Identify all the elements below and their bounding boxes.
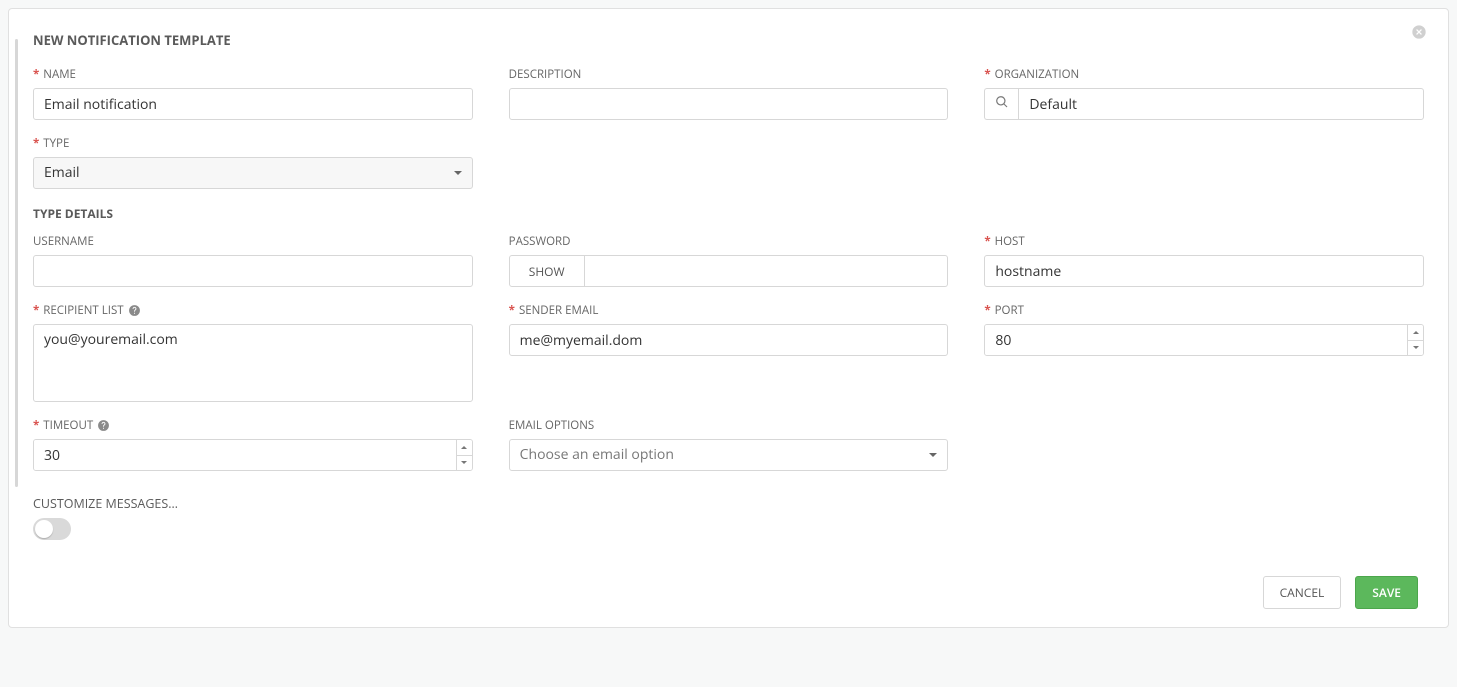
customize-messages-label: CUSTOMIZE MESSAGES… bbox=[33, 495, 1424, 512]
host-label: * HOST bbox=[984, 234, 1424, 249]
sender-email-input[interactable] bbox=[509, 324, 949, 356]
port-step-up[interactable] bbox=[1408, 325, 1423, 340]
name-label-text: NAME bbox=[43, 67, 76, 82]
accent-bar bbox=[15, 39, 18, 487]
timeout-input-wrap bbox=[33, 439, 473, 471]
show-password-button[interactable]: SHOW bbox=[509, 255, 585, 287]
organization-label: * ORGANIZATION bbox=[984, 67, 1424, 82]
help-icon[interactable] bbox=[97, 419, 110, 432]
port-input[interactable] bbox=[985, 325, 1407, 355]
required-marker: * bbox=[984, 234, 990, 249]
required-marker: * bbox=[33, 418, 39, 433]
timeout-step-down[interactable] bbox=[457, 455, 472, 471]
timeout-step-up[interactable] bbox=[457, 440, 472, 455]
timeout-label-text: TIMEOUT bbox=[43, 418, 93, 433]
type-details-header: TYPE DETAILS bbox=[33, 205, 1424, 222]
email-options-select[interactable]: Choose an email option bbox=[509, 439, 949, 471]
chevron-up-icon bbox=[1413, 331, 1419, 334]
type-label: * TYPE bbox=[33, 136, 473, 151]
name-label: * NAME bbox=[33, 67, 473, 82]
type-select[interactable]: Email bbox=[33, 157, 473, 189]
recipient-list-input[interactable] bbox=[33, 324, 473, 402]
timeout-input[interactable] bbox=[34, 440, 456, 470]
customize-messages-toggle[interactable] bbox=[33, 518, 71, 540]
required-marker: * bbox=[33, 67, 39, 82]
close-button[interactable] bbox=[1410, 25, 1428, 43]
username-label: USERNAME bbox=[33, 234, 473, 249]
chevron-down-icon bbox=[1413, 346, 1419, 349]
close-icon bbox=[1411, 24, 1427, 44]
required-marker: * bbox=[984, 303, 990, 318]
port-label-text: PORT bbox=[995, 303, 1024, 318]
chevron-up-icon bbox=[461, 446, 467, 449]
required-marker: * bbox=[509, 303, 515, 318]
notification-template-panel: NEW NOTIFICATION TEMPLATE * NAME DESCRIP… bbox=[8, 8, 1449, 628]
sender-email-label-text: SENDER EMAIL bbox=[519, 303, 598, 318]
sender-email-label: * SENDER EMAIL bbox=[509, 303, 949, 318]
username-input[interactable] bbox=[33, 255, 473, 287]
search-icon bbox=[995, 95, 1009, 113]
cancel-button[interactable]: CANCEL bbox=[1263, 576, 1342, 609]
panel-title: NEW NOTIFICATION TEMPLATE bbox=[33, 31, 1424, 49]
password-label: PASSWORD bbox=[509, 234, 949, 249]
help-icon[interactable] bbox=[128, 304, 141, 317]
recipient-list-label: * RECIPIENT LIST bbox=[33, 303, 473, 318]
type-select-value: Email bbox=[44, 164, 80, 182]
description-label-text: DESCRIPTION bbox=[509, 67, 582, 82]
port-step-down[interactable] bbox=[1408, 340, 1423, 356]
port-input-wrap bbox=[984, 324, 1424, 356]
required-marker: * bbox=[984, 67, 990, 82]
recipient-list-label-text: RECIPIENT LIST bbox=[43, 303, 123, 318]
description-input[interactable] bbox=[509, 88, 949, 120]
organization-lookup-button[interactable] bbox=[984, 88, 1018, 120]
email-options-label: EMAIL OPTIONS bbox=[509, 418, 949, 433]
required-marker: * bbox=[33, 303, 39, 318]
username-label-text: USERNAME bbox=[33, 234, 94, 249]
host-input[interactable] bbox=[984, 255, 1424, 287]
toggle-knob bbox=[35, 520, 53, 538]
email-options-label-text: EMAIL OPTIONS bbox=[509, 418, 595, 433]
caret-down-icon bbox=[454, 171, 462, 175]
password-label-text: PASSWORD bbox=[509, 234, 571, 249]
save-button[interactable]: SAVE bbox=[1355, 576, 1418, 609]
organization-input[interactable] bbox=[1018, 88, 1424, 120]
timeout-label: * TIMEOUT bbox=[33, 418, 473, 433]
organization-label-text: ORGANIZATION bbox=[995, 67, 1080, 82]
name-input[interactable] bbox=[33, 88, 473, 120]
type-label-text: TYPE bbox=[43, 136, 69, 151]
password-input[interactable] bbox=[585, 255, 949, 287]
port-label: * PORT bbox=[984, 303, 1424, 318]
email-options-placeholder: Choose an email option bbox=[520, 446, 674, 464]
host-label-text: HOST bbox=[995, 234, 1025, 249]
caret-down-icon bbox=[929, 453, 937, 457]
chevron-down-icon bbox=[461, 461, 467, 464]
description-label: DESCRIPTION bbox=[509, 67, 949, 82]
required-marker: * bbox=[33, 136, 39, 151]
